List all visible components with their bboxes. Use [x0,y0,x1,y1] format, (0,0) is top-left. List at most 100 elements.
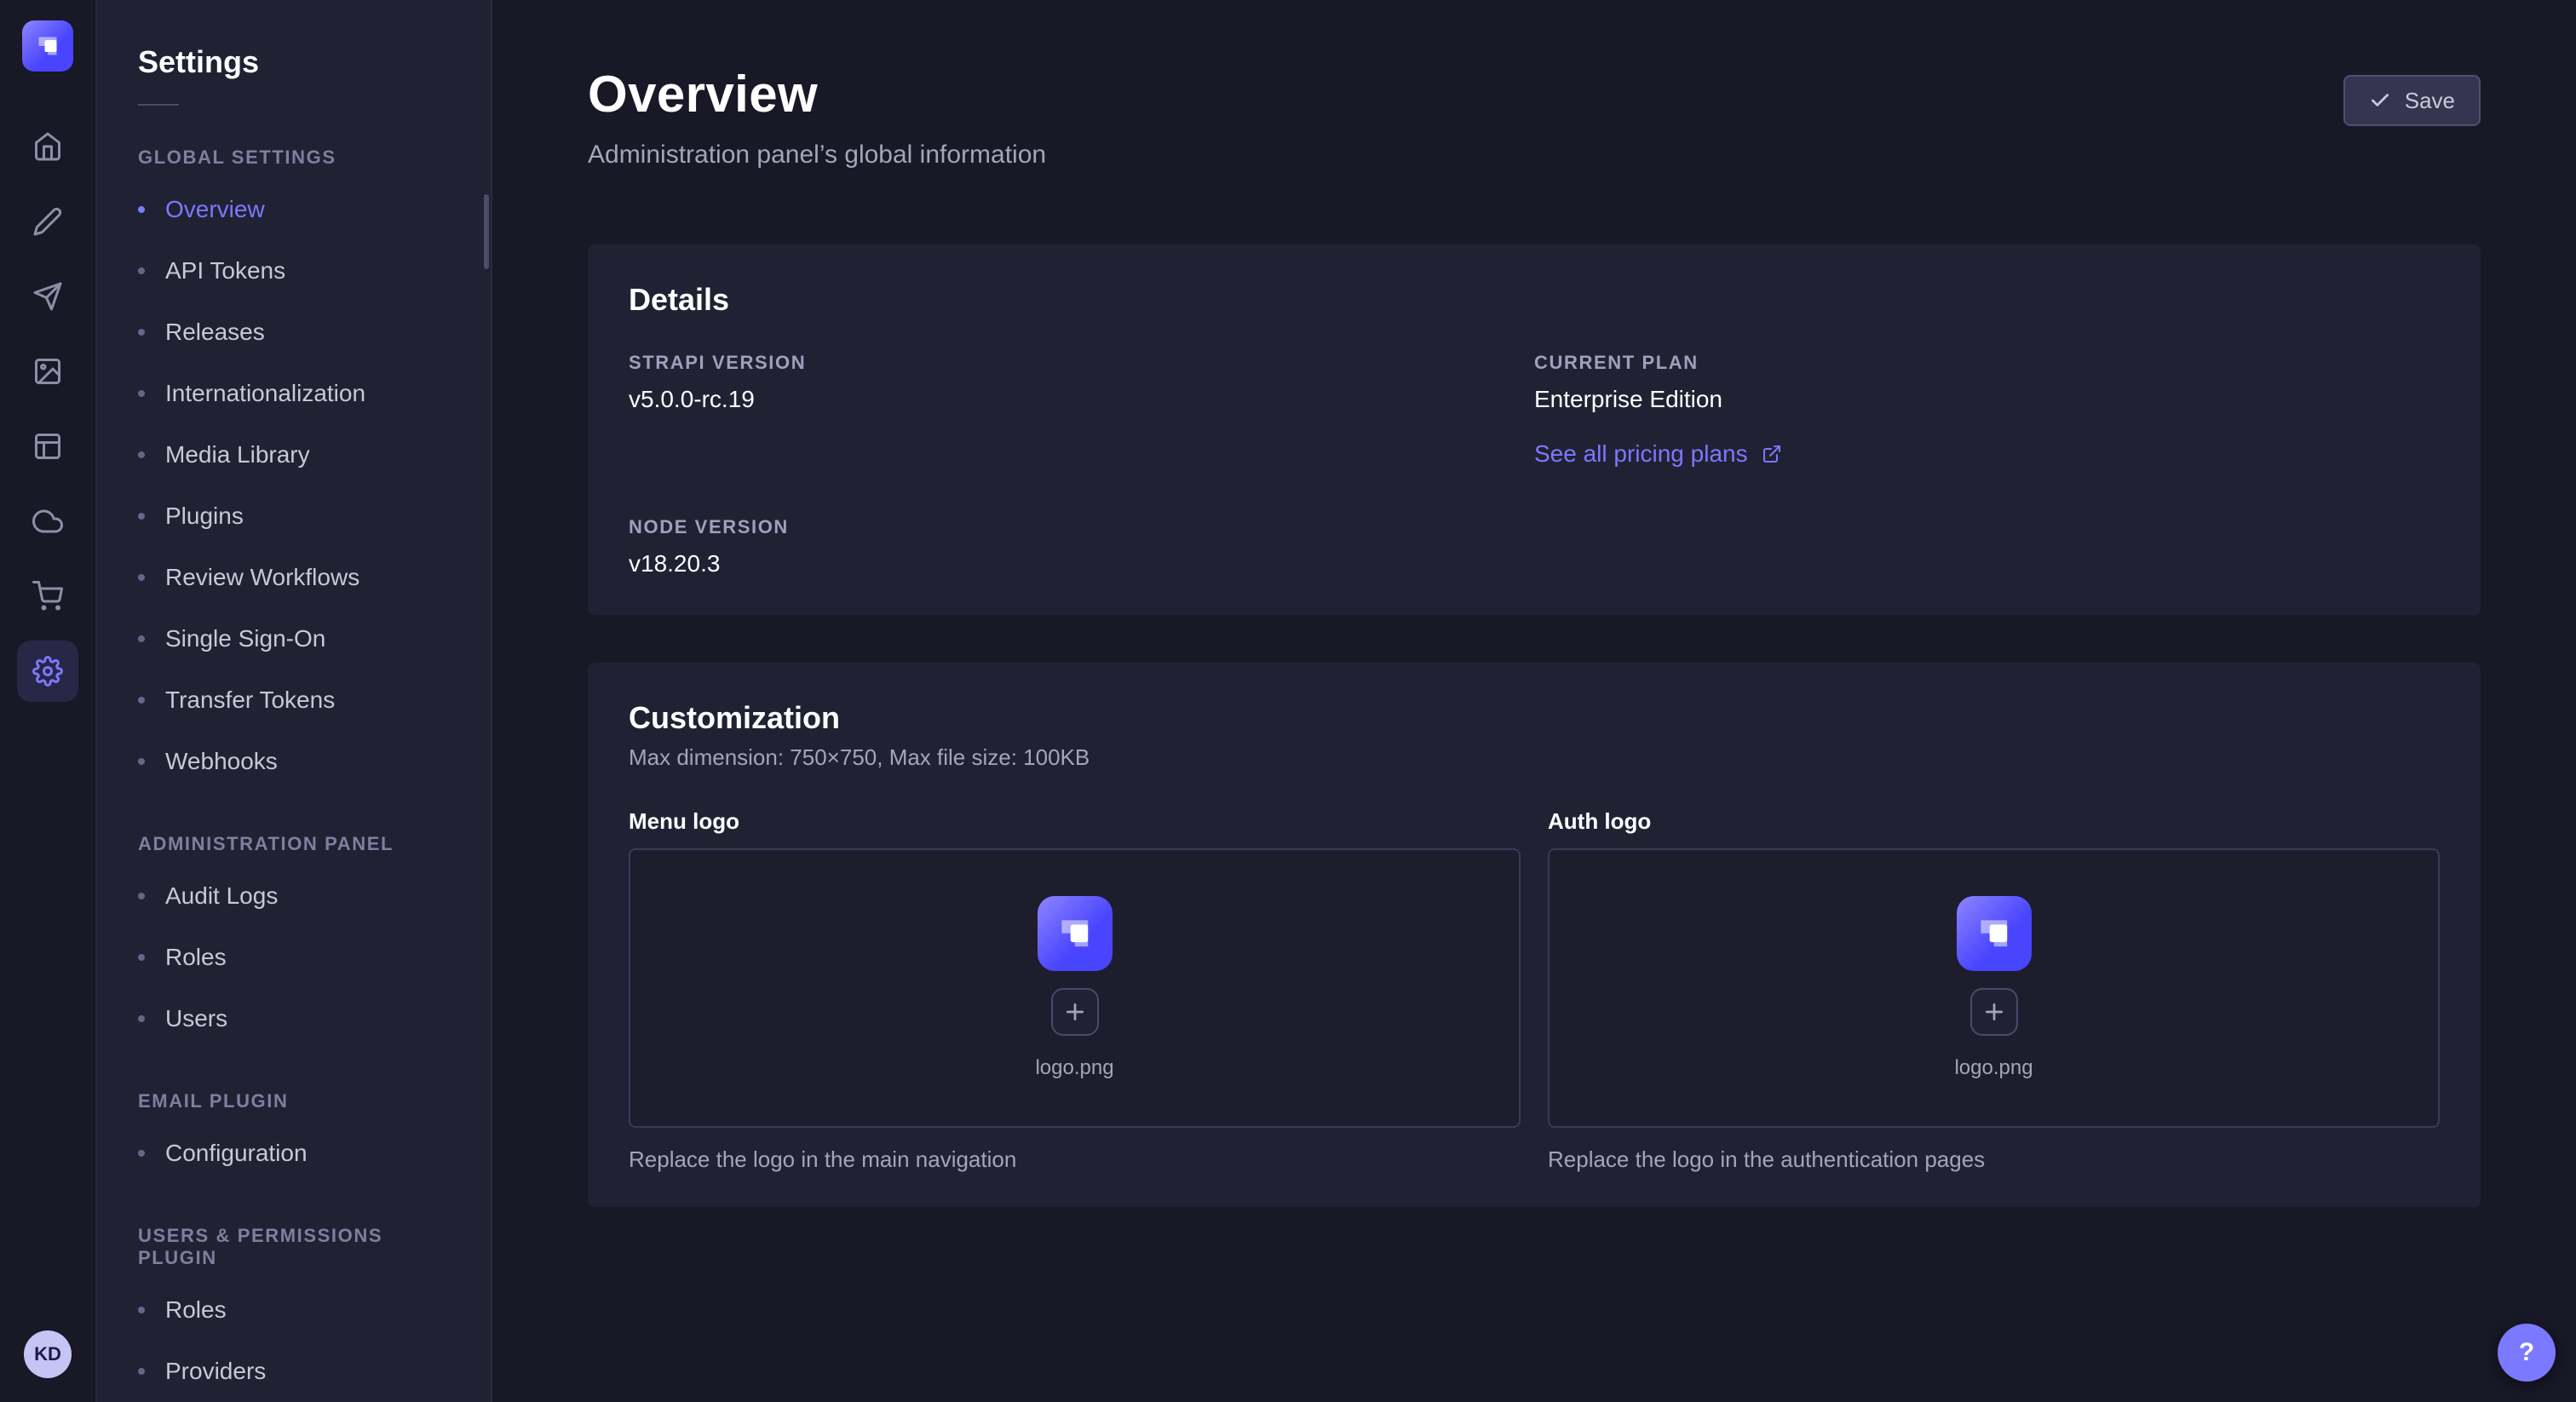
subnav-item-up-providers[interactable]: Providers [97,1341,491,1402]
bullet-icon [138,1307,145,1313]
subnav-item-label: API Tokens [165,257,285,284]
strapi-version-value: v5.0.0-rc.19 [629,386,1534,413]
paintbrush-icon [32,206,63,237]
nav-item-content-manager[interactable] [17,416,78,477]
subnav-item-admin-users[interactable]: Users [97,988,491,1049]
strapi-logo[interactable] [22,20,73,72]
subnav-item-plugins[interactable]: Plugins [97,486,491,547]
help-button[interactable]: ? [2498,1324,2556,1382]
plus-icon [1064,1001,1086,1023]
media-library-icon [32,356,63,387]
bullet-icon [138,635,145,642]
external-link-icon [1762,444,1782,464]
subnav-item-review-workflows[interactable]: Review Workflows [97,547,491,608]
nav-item-media-library[interactable] [17,341,78,402]
subnav-item-label: Review Workflows [165,564,359,591]
save-button-label: Save [2405,88,2455,114]
strapi-version-label: STRAPI VERSION [629,352,1534,374]
subnav-item-label: Users [165,1005,227,1032]
bullet-icon [138,697,145,704]
strapi-version-field: STRAPI VERSION v5.0.0-rc.19 [629,352,1534,468]
avatar[interactable]: KD [24,1330,72,1378]
section-administration-panel: ADMINISTRATION PANEL [97,833,491,855]
current-plan-label: CURRENT PLAN [1534,352,2440,374]
subnav-item-audit-logs[interactable]: Audit Logs [97,865,491,927]
subnav-item-label: Transfer Tokens [165,687,335,714]
node-version-label: NODE VERSION [629,516,1534,538]
administration-panel-list: Audit Logs Roles Users [97,865,491,1049]
bullet-icon [138,390,145,397]
check-icon [2369,89,2391,112]
subnav-item-releases[interactable]: Releases [97,302,491,363]
nav-item-settings[interactable] [17,641,78,702]
page-subtitle: Administration panel’s global informatio… [588,141,2481,170]
subnav-item-media-library[interactable]: Media Library [97,424,491,486]
nav-item-home[interactable] [17,116,78,177]
subnav-scrollbar[interactable] [484,194,489,269]
subnav-item-label: Roles [165,1296,227,1324]
bullet-icon [138,513,145,520]
menu-logo-label: Menu logo [629,808,1521,835]
bullet-icon [138,1015,145,1022]
email-plugin-list: Configuration [97,1123,491,1184]
pricing-plans-link-label: See all pricing plans [1534,440,1748,468]
pricing-plans-link[interactable]: See all pricing plans [1534,440,1782,468]
home-icon [32,131,63,162]
subnav-item-label: Plugins [165,503,244,530]
subnav-item-label: Releases [165,319,265,346]
subnav-item-email-configuration[interactable]: Configuration [97,1123,491,1184]
auth-logo-add-button[interactable] [1970,988,2018,1036]
subnav-item-overview[interactable]: Overview [97,179,491,240]
menu-logo-hint: Replace the logo in the main navigation [629,1146,1521,1173]
subnav-item-label: Audit Logs [165,882,278,910]
subnav-item-transfer-tokens[interactable]: Transfer Tokens [97,669,491,731]
paper-plane-icon [32,281,63,312]
main-content: Overview Administration panel’s global i… [492,0,2576,1402]
auth-logo-upload-box[interactable]: logo.png [1548,848,2440,1128]
subnav-item-label: Internationalization [165,380,365,407]
settings-nav-title: Settings [97,44,491,80]
bullet-icon [138,267,145,274]
bullet-icon [138,206,145,213]
details-grid: STRAPI VERSION v5.0.0-rc.19 CURRENT PLAN… [629,352,2440,577]
auth-logo-section: Auth logo logo.png Replace the logo in t… [1548,808,2440,1173]
subnav-item-api-tokens[interactable]: API Tokens [97,240,491,302]
menu-logo-upload-box[interactable]: logo.png [629,848,1521,1128]
nav-item-releases[interactable] [17,266,78,327]
plus-icon [1983,1001,2005,1023]
subnav-item-webhooks[interactable]: Webhooks [97,731,491,792]
global-settings-list: Overview API Tokens Releases Internation… [97,179,491,792]
strapi-glyph-icon [1049,907,1101,960]
menu-logo-filename: logo.png [1035,1056,1113,1080]
subnav-item-single-sign-on[interactable]: Single Sign-On [97,608,491,669]
bullet-icon [138,1150,145,1157]
nav-item-deploy[interactable] [17,491,78,552]
bullet-icon [138,1368,145,1375]
subnav-item-admin-roles[interactable]: Roles [97,927,491,988]
menu-logo-add-button[interactable] [1051,988,1099,1036]
details-title: Details [629,282,2440,318]
save-button[interactable]: Save [2343,75,2481,126]
subnav-item-label: Providers [165,1358,266,1385]
section-email-plugin: EMAIL PLUGIN [97,1090,491,1112]
menu-logo-preview [1038,896,1113,971]
subnav-item-up-roles[interactable]: Roles [97,1279,491,1341]
cloud-icon [32,506,63,537]
customization-subtitle: Max dimension: 750×750, Max file size: 1… [629,744,2440,771]
nav-item-content-type-builder[interactable] [17,191,78,252]
nav-item-marketplace[interactable] [17,566,78,627]
bullet-icon [138,893,145,899]
bullet-icon [138,758,145,765]
question-mark-icon: ? [2519,1338,2534,1367]
auth-logo-hint: Replace the logo in the authentication p… [1548,1146,2440,1173]
customization-card: Customization Max dimension: 750×750, Ma… [588,663,2481,1207]
subnav-item-label: Roles [165,944,227,971]
subnav-item-label: Media Library [165,441,310,468]
subnav-item-label: Overview [165,196,265,223]
menu-logo-section: Menu logo logo.png Replace the logo in t… [629,808,1521,1173]
layout-icon [32,431,63,462]
subnav-item-label: Single Sign-On [165,625,325,652]
section-global-settings: GLOBAL SETTINGS [97,147,491,169]
divider [138,104,179,106]
subnav-item-internationalization[interactable]: Internationalization [97,363,491,424]
